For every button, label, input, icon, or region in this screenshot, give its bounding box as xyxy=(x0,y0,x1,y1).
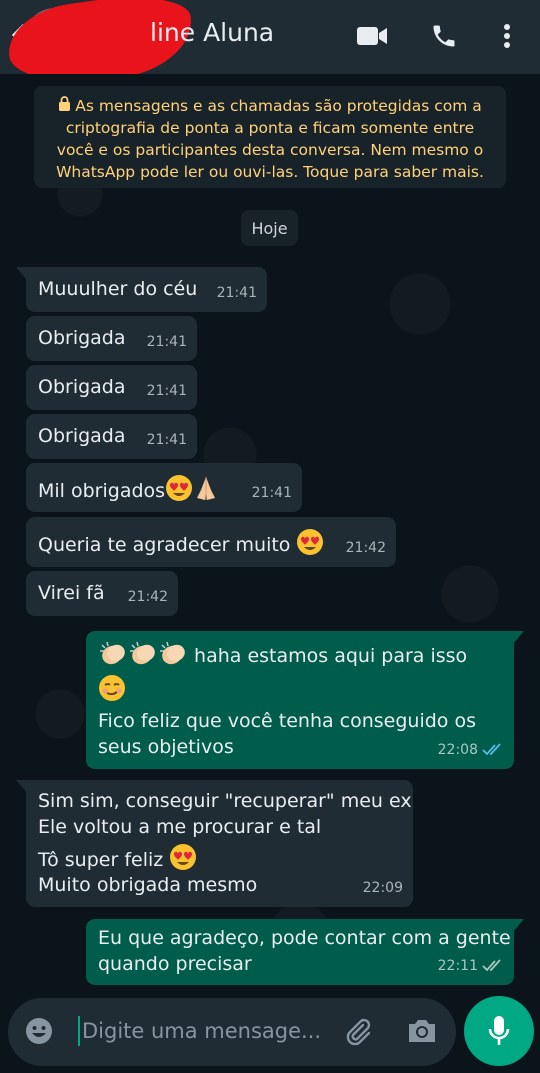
encryption-notice-text: As mensagens e as chamadas são protegida… xyxy=(56,97,484,181)
message-bubble[interactable]: Muuulher do céu 21:41 xyxy=(16,267,267,312)
message-time: 21:42 xyxy=(345,540,386,556)
encryption-notice[interactable]: As mensagens e as chamadas são protegida… xyxy=(34,86,506,188)
message-time-text: 22:08 xyxy=(437,742,478,758)
message-time: 21:41 xyxy=(216,285,257,301)
message-time: 21:42 xyxy=(127,589,168,605)
delivered-ticks-icon xyxy=(482,959,501,972)
message-bubble[interactable]: Queria te agradecer muito 21:42 xyxy=(26,517,396,567)
read-ticks-icon xyxy=(482,743,501,756)
heart-eyes-emoji-icon xyxy=(165,474,193,509)
mic-button[interactable] xyxy=(464,996,534,1066)
contact-name[interactable]: line Aluna xyxy=(150,18,274,47)
video-call-icon[interactable] xyxy=(352,18,392,54)
message-time: 22:08 xyxy=(438,737,504,763)
message-text: Ele voltou a me procurar e tal xyxy=(38,816,322,838)
emoji-icon[interactable] xyxy=(24,1016,54,1050)
message-time: 21:41 xyxy=(251,485,292,501)
message-line xyxy=(98,674,502,708)
message-time-text: 22:11 xyxy=(437,958,478,974)
attach-icon[interactable] xyxy=(342,1016,374,1052)
message-text: Eu que agradeço, pode contar com a gente xyxy=(98,927,511,949)
message-bubble[interactable]: Obrigada 21:41 xyxy=(26,316,197,361)
lock-icon xyxy=(58,95,71,117)
text-caret xyxy=(78,1016,80,1046)
message-text: Fico feliz que você tenha conseguido os xyxy=(98,710,476,732)
clapping-hands-emoji-icon xyxy=(128,639,158,674)
message-time: 22:11 xyxy=(438,953,504,979)
smirking-face-emoji-icon xyxy=(98,674,126,709)
message-time: 21:41 xyxy=(146,432,187,448)
message-bubble[interactable]: haha estamos aqui para isso Fico feliz q… xyxy=(86,631,524,769)
message-composer xyxy=(8,998,456,1066)
message-line: Tô super feliz xyxy=(38,840,401,872)
heart-eyes-emoji-icon xyxy=(296,528,324,563)
message-text: Muito obrigada mesmo xyxy=(38,874,258,896)
more-options-icon[interactable] xyxy=(492,18,522,54)
message-text: Sim sim, conseguir "recuperar" meu ex xyxy=(38,790,412,812)
message-text: Mil obrigados xyxy=(38,480,166,502)
phone-icon[interactable] xyxy=(424,18,464,54)
clapping-hands-emoji-icon xyxy=(158,639,188,674)
message-text: Queria te agradecer muito xyxy=(38,534,291,556)
day-separator: Hoje xyxy=(241,210,298,246)
message-line: Queria te agradecer muito xyxy=(38,528,384,563)
microphone-icon xyxy=(488,1016,510,1045)
message-bubble[interactable]: Eu que agradeço, pode contar com a gente… xyxy=(86,919,524,985)
chat-header: line Aluna xyxy=(0,0,540,93)
message-text: haha estamos aqui para isso xyxy=(194,645,468,667)
message-line: haha estamos aqui para isso xyxy=(98,639,502,674)
camera-icon[interactable] xyxy=(406,1016,438,1050)
message-time: 21:41 xyxy=(146,383,187,399)
message-bubble[interactable]: Mil obrigados 21:41 xyxy=(26,463,302,512)
praying-hands-emoji-icon xyxy=(193,474,219,509)
message-bubble[interactable]: Obrigada 21:41 xyxy=(26,365,197,410)
message-bubble[interactable]: Virei fã 21:42 xyxy=(26,571,178,616)
message-bubble[interactable]: Sim sim, conseguir "recuperar" meu ex El… xyxy=(16,780,413,907)
message-bubble[interactable]: Obrigada 21:41 xyxy=(26,414,197,459)
clapping-hands-emoji-icon xyxy=(98,639,128,674)
message-time: 21:41 xyxy=(146,334,187,350)
message-time: 22:09 xyxy=(362,880,403,896)
message-input[interactable] xyxy=(82,1012,332,1050)
message-text: Tô super feliz xyxy=(38,849,164,871)
